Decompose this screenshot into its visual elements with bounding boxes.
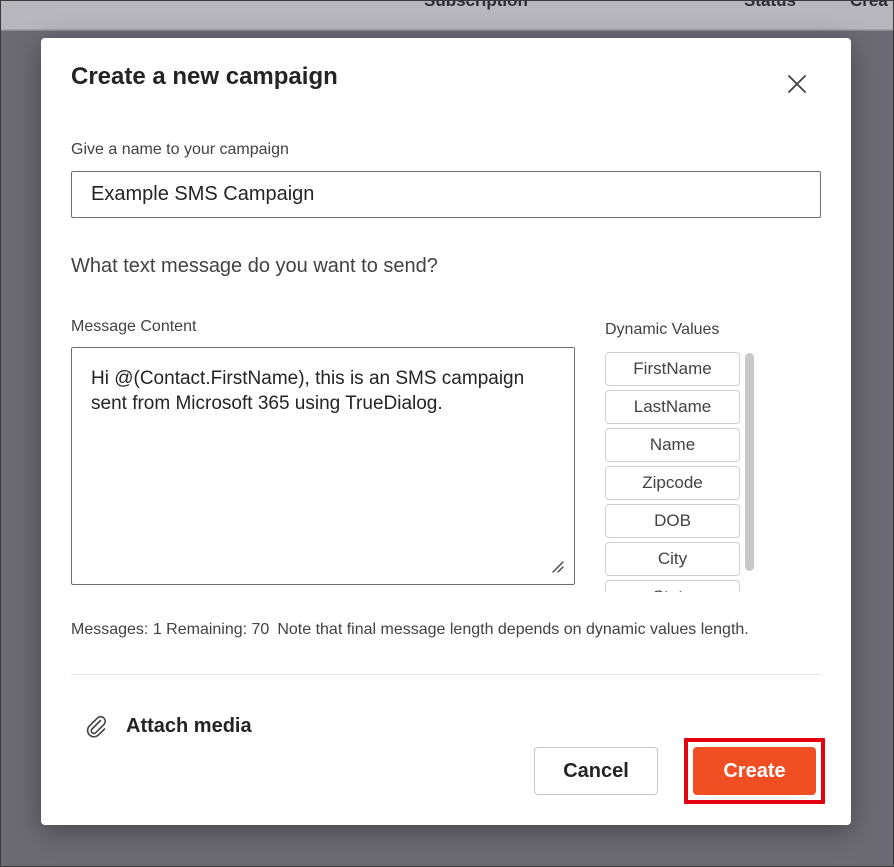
dynamic-value-zipcode[interactable]: Zipcode: [605, 466, 740, 500]
close-icon: [788, 75, 806, 93]
dynamic-values-label: Dynamic Values: [605, 321, 720, 338]
dynamic-value-city[interactable]: City: [605, 542, 740, 576]
resize-grip-icon[interactable]: [549, 558, 565, 574]
dynamic-values-scrollbar[interactable]: [745, 353, 754, 571]
campaign-name-label: Give a name to your campaign: [71, 141, 289, 158]
dynamic-value-dob[interactable]: DOB: [605, 504, 740, 538]
message-content-label: Message Content: [71, 318, 197, 335]
dialog-title: Create a new campaign: [71, 63, 338, 90]
divider: [71, 674, 821, 675]
cancel-button[interactable]: Cancel: [534, 747, 658, 795]
column-created: Crea: [850, 0, 888, 10]
column-status: Status: [744, 0, 796, 10]
background-table-header: Subscription Status Crea: [0, 0, 894, 30]
create-campaign-dialog: Create a new campaign Give a name to you…: [41, 38, 851, 825]
dynamic-value-state[interactable]: State: [605, 580, 740, 592]
campaign-name-input[interactable]: [71, 171, 821, 218]
dynamic-value-firstname[interactable]: FirstName: [605, 352, 740, 386]
attach-media-button[interactable]: Attach media: [83, 711, 252, 741]
create-button[interactable]: Create: [693, 747, 816, 795]
dynamic-value-name[interactable]: Name: [605, 428, 740, 462]
message-content-textarea[interactable]: Hi @(Contact.FirstName), this is an SMS …: [71, 347, 575, 585]
message-counter: Messages: 1 Remaining: 70 Note that final…: [71, 621, 749, 639]
message-count: Messages: 1 Remaining: 70: [71, 621, 270, 638]
dynamic-value-lastname[interactable]: LastName: [605, 390, 740, 424]
message-question: What text message do you want to send?: [71, 255, 438, 277]
attach-media-label: Attach media: [126, 714, 252, 737]
close-button[interactable]: [785, 72, 809, 96]
column-subscription: Subscription: [424, 0, 528, 10]
dynamic-values-list: FirstName LastName Name Zipcode DOB City…: [605, 352, 755, 592]
length-note: Note that final message length depends o…: [277, 621, 749, 638]
paperclip-icon: [83, 713, 109, 739]
